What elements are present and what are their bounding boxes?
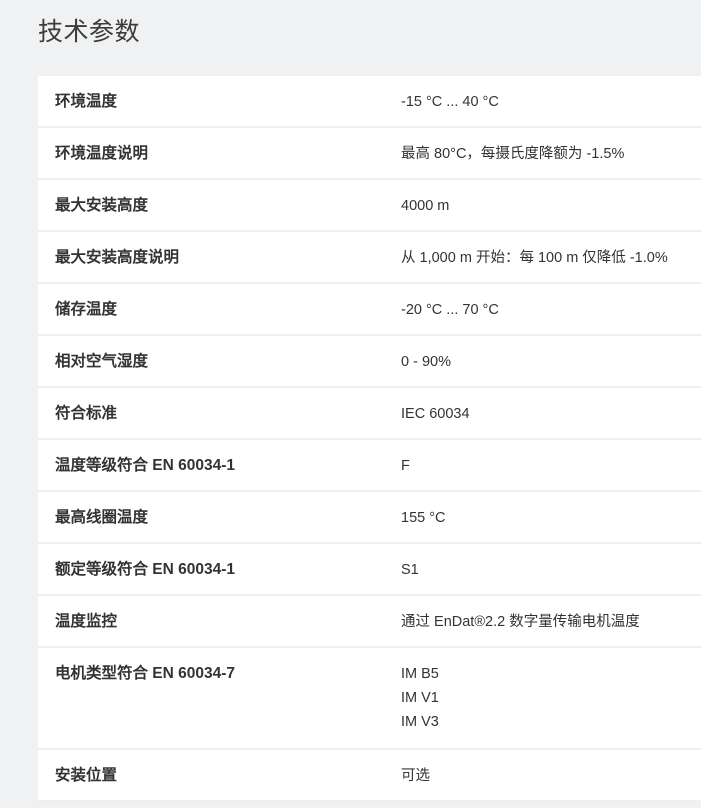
spec-value-item: IM B5 [401, 666, 439, 682]
spec-label: 储存温度 [55, 301, 118, 318]
spec-value: 最高 80°C，每摄氏度降额为 -1.5% [401, 146, 625, 162]
spec-value: -20 °C ... 70 °C [401, 302, 499, 318]
page-title: 技术参数 [38, 18, 141, 46]
spec-label: 额定等级符合 EN 60034-1 [55, 561, 236, 578]
spec-label: 环境温度说明 [55, 145, 149, 162]
spec-value: S1 [401, 562, 419, 578]
spec-label: 最大安装高度 [55, 197, 149, 214]
spec-value: IEC 60034 [401, 406, 470, 422]
spec-value: 0 - 90% [401, 354, 451, 370]
spec-value: 可选 [401, 768, 430, 784]
spec-row-max-winding-temperature: 最高线圈温度 155 °C [38, 492, 701, 544]
spec-value: 通过 EnDat®2.2 数字量传输电机温度 [401, 614, 640, 630]
spec-row-ambient-temperature-note: 环境温度说明 最高 80°C，每摄氏度降额为 -1.5% [38, 128, 701, 180]
spec-label: 电机类型符合 EN 60034-7 [55, 665, 236, 682]
spec-row-duty-class: 额定等级符合 EN 60034-1 S1 [38, 544, 701, 596]
spec-label: 符合标准 [55, 405, 118, 422]
spec-row-mounting-position: 安装位置 可选 [38, 750, 701, 802]
spec-row-max-altitude: 最大安装高度 4000 m [38, 180, 701, 232]
spec-table: 环境温度 -15 °C ... 40 °C 环境温度说明 最高 80°C，每摄氏… [38, 76, 701, 802]
spec-value: -15 °C ... 40 °C [401, 94, 499, 110]
spec-row-storage-temperature: 储存温度 -20 °C ... 70 °C [38, 284, 701, 336]
spec-row-temperature-monitoring: 温度监控 通过 EnDat®2.2 数字量传输电机温度 [38, 596, 701, 648]
spec-row-motor-type: 电机类型符合 EN 60034-7 IM B5 IM V1 IM V3 [38, 648, 701, 750]
spec-value-item: IM V3 [401, 714, 439, 730]
spec-value: 155 °C [401, 510, 446, 526]
spec-row-temperature-class: 温度等级符合 EN 60034-1 F [38, 440, 701, 492]
spec-label: 最大安装高度说明 [55, 249, 180, 266]
spec-value-list: IM B5 IM V1 IM V3 [401, 662, 701, 734]
spec-label: 安装位置 [55, 767, 118, 784]
spec-label: 环境温度 [55, 93, 118, 110]
spec-value-item: IM V1 [401, 690, 439, 706]
spec-row-ambient-temperature: 环境温度 -15 °C ... 40 °C [38, 76, 701, 128]
spec-value: 从 1,000 m 开始：每 100 m 仅降低 -1.0% [401, 250, 668, 266]
spec-label: 最高线圈温度 [55, 509, 149, 526]
spec-value: F [401, 458, 410, 474]
spec-value: 4000 m [401, 198, 450, 214]
spec-label: 温度等级符合 EN 60034-1 [55, 457, 236, 474]
spec-row-relative-humidity: 相对空气湿度 0 - 90% [38, 336, 701, 388]
spec-row-max-altitude-note: 最大安装高度说明 从 1,000 m 开始：每 100 m 仅降低 -1.0% [38, 232, 701, 284]
spec-label: 相对空气湿度 [55, 353, 149, 370]
spec-row-standard: 符合标准 IEC 60034 [38, 388, 701, 440]
spec-label: 温度监控 [55, 613, 118, 630]
